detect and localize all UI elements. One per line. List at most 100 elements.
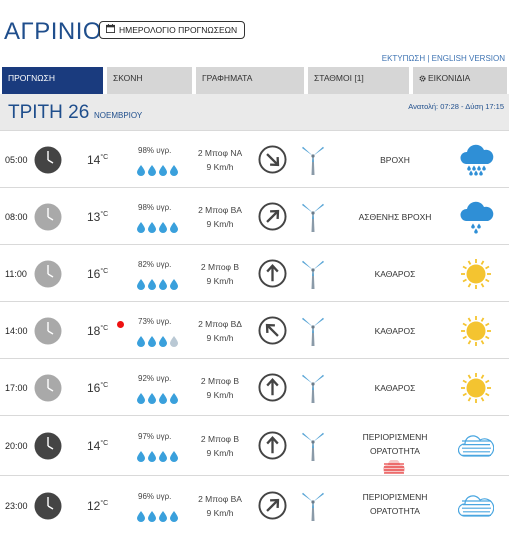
tab-forecast-label: ΠΡΟΓΝΩΣΗ	[8, 73, 55, 83]
clock-icon	[34, 146, 62, 174]
forecast-row: 05:00 14°C 98% υγρ. 2 Μποφ ΝΑ 9 Km/h ΒΡΟΧΗ	[0, 130, 509, 187]
wind-info: 2 Μποφ ΒΑ 9 Km/h	[190, 492, 250, 520]
humidity-text: 98% υγρ.	[138, 146, 172, 155]
drop-icon	[170, 449, 178, 462]
temperature-unit: °C	[100, 211, 109, 218]
tab-stations[interactable]: ΣΤΑΘΜΟΙ [1]	[308, 67, 409, 94]
drop-icon	[137, 449, 145, 462]
wind-direction-icon	[258, 145, 287, 174]
drop-icon	[170, 220, 178, 233]
wind-turbine-icon	[300, 490, 326, 522]
temperature-unit: °C	[100, 440, 109, 447]
day-name: ΤΡΙΤΗ 26	[8, 102, 90, 123]
drop-icon	[159, 163, 167, 176]
print-english-links[interactable]: ΕΚΤΥΠΩΣΗ | ENGLISH VERSION	[382, 54, 505, 63]
wind-direction-icon	[258, 316, 287, 345]
forecast-row: 17:00 16°C 92% υγρ. 2 Μποφ Β 9 Km/h ΚΑΘΑΡΟΣ	[0, 358, 509, 415]
heavy-rain-icon	[458, 142, 494, 178]
humidity-text: 97% υγρ.	[138, 432, 172, 441]
wind-info: 2 Μποφ Β 9 Km/h	[190, 260, 250, 288]
light-rain-icon	[458, 199, 494, 235]
fog-icon	[457, 488, 495, 524]
drop-icon	[170, 391, 178, 404]
humidity-drops	[137, 220, 179, 233]
wind-force: 2 Μποφ Β	[200, 376, 240, 386]
gear-icon	[419, 74, 426, 82]
row-time: 14:00	[5, 326, 28, 336]
wind-force: 2 Μποφ Β	[200, 262, 240, 272]
temperature-value: 14	[87, 439, 101, 453]
drop-icon	[137, 391, 145, 404]
wind-force: 2 Μποφ Β	[200, 434, 240, 444]
drop-icon	[159, 334, 167, 347]
humidity-drops	[137, 509, 179, 522]
humidity-text: 92% υγρ.	[138, 374, 172, 383]
wind-speed: 9 Km/h	[206, 448, 234, 458]
wind-speed: 9 Km/h	[206, 276, 234, 286]
drop-icon	[159, 220, 167, 233]
weather-condition: ΚΑΘΑΡΟΣ	[374, 326, 416, 336]
wind-force: 2 Μποφ ΒΔ	[198, 319, 242, 329]
row-temperature: 14°C	[87, 153, 108, 167]
city-title: ΑΓΡΙΝΙΟ	[4, 18, 103, 45]
drop-icon	[159, 391, 167, 404]
tab-forecast[interactable]: ΠΡΟΓΝΩΣΗ	[2, 67, 103, 94]
row-time: 23:00	[5, 501, 28, 511]
tab-dust[interactable]: ΣΚΟΝΗ	[107, 67, 192, 94]
humidity-text: 98% υγρ.	[138, 203, 172, 212]
drop-icon	[137, 277, 145, 290]
wind-speed: 9 Km/h	[206, 508, 234, 518]
wind-info: 2 Μποφ ΒΔ 9 Km/h	[190, 317, 250, 345]
weather-condition: ΚΑΘΑΡΟΣ	[374, 383, 416, 393]
humidity-drops	[137, 163, 179, 176]
row-temperature: 13°C	[87, 210, 108, 224]
weather-condition: ΒΡΟΧΗ	[380, 155, 410, 165]
tab-bar: ΠΡΟΓΝΩΣΗ ΣΚΟΝΗ ΓΡΑΦΗΜΑΤΑ ΣΤΑΘΜΟΙ [1] ΕΙΚ…	[2, 67, 507, 94]
humidity-drops	[137, 334, 179, 347]
temperature-value: 16	[87, 267, 101, 281]
wind-force: 2 Μποφ ΒΑ	[198, 494, 242, 504]
drop-icon	[148, 334, 156, 347]
clock-icon	[34, 317, 62, 345]
sun-icon	[458, 256, 494, 292]
tab-icons[interactable]: ΕΙΚΟΝΙΔΙΑ	[413, 67, 507, 94]
clock-icon	[34, 432, 62, 460]
sunrise-sunset: Ανατολή: 07:28 - Δύση 17:15	[408, 102, 504, 111]
forecast-row: 20:00 14°C 97% υγρ. 2 Μποφ Β 9 Km/h ΠΕΡΙΟΡΙ…	[0, 415, 509, 475]
wind-speed: 9 Km/h	[206, 162, 234, 172]
temperature-value: 12	[87, 499, 101, 513]
wind-info: 2 Μποφ Β 9 Km/h	[190, 432, 250, 460]
tab-graphs[interactable]: ΓΡΑΦΗΜΑΤΑ	[196, 67, 304, 94]
temperature-unit: °C	[100, 500, 109, 507]
drop-icon	[170, 277, 178, 290]
tab-dust-label: ΣΚΟΝΗ	[113, 73, 143, 83]
drop-icon	[148, 391, 156, 404]
forecast-calendar-button[interactable]: ΗΜΕΡΟΛΟΓΙΟ ΠΡΟΓΝΩΣΕΩΝ	[99, 21, 246, 39]
drop-icon	[159, 509, 167, 522]
drop-icon	[159, 449, 167, 462]
humidity-text: 82% υγρ.	[138, 260, 172, 269]
wind-direction-icon	[258, 491, 287, 520]
wind-turbine-icon	[300, 315, 326, 347]
drop-icon	[148, 277, 156, 290]
clock-icon	[34, 374, 62, 402]
sun-icon	[458, 370, 494, 406]
haze-warning-icon	[382, 459, 406, 474]
humidity-drops	[137, 277, 179, 290]
row-time: 11:00	[5, 269, 27, 279]
temperature-unit: °C	[100, 382, 109, 389]
clock-icon	[34, 492, 62, 520]
wind-turbine-icon	[300, 430, 326, 462]
row-time: 08:00	[5, 212, 28, 222]
wind-turbine-icon	[300, 144, 326, 176]
wind-force: 2 Μποφ ΝΑ	[197, 148, 243, 158]
row-temperature: 18°C	[87, 324, 108, 338]
row-time: 20:00	[5, 441, 28, 451]
drop-icon	[137, 334, 145, 347]
warning-dot	[117, 321, 124, 328]
temperature-value: 16	[87, 381, 101, 395]
wind-direction-icon	[258, 202, 287, 231]
drop-icon	[148, 449, 156, 462]
day-month: ΝΟΕΜΒΡΙΟΥ	[94, 111, 143, 120]
clock-icon	[34, 203, 62, 231]
